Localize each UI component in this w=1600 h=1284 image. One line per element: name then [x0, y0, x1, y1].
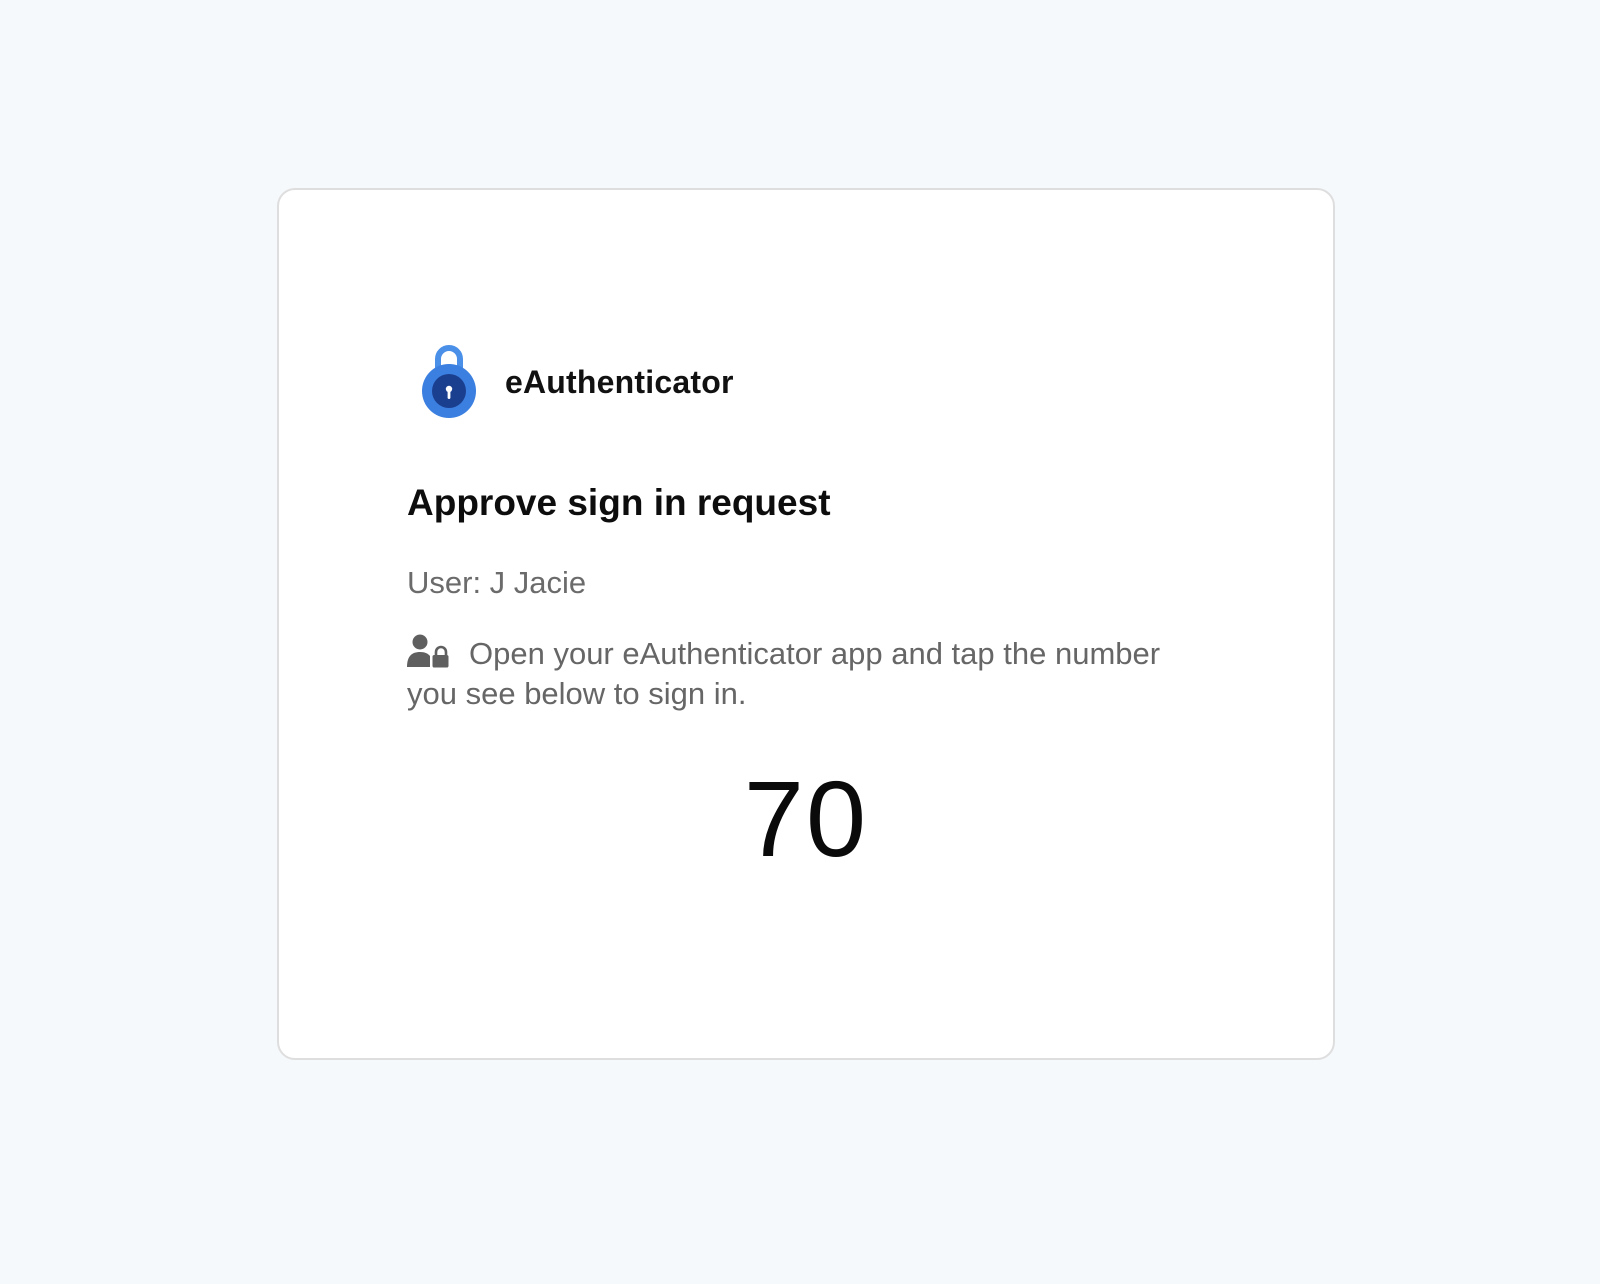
app-name: eAuthenticator [505, 363, 734, 400]
padlock-logo-icon [421, 345, 477, 419]
sign-in-card: eAuthenticator Approve sign in request U… [277, 188, 1335, 1060]
page-title: Approve sign in request [407, 482, 831, 523]
instruction-message: Open your eAuthenticator app and tap the… [407, 636, 1161, 711]
user-identity: User: J Jacie [407, 565, 587, 600]
user-lock-icon [407, 634, 449, 668]
instruction-text: Open your eAuthenticator app and tap the… [407, 634, 1207, 714]
brand-header: eAuthenticator [421, 345, 734, 419]
verification-number: 70 [743, 758, 869, 879]
